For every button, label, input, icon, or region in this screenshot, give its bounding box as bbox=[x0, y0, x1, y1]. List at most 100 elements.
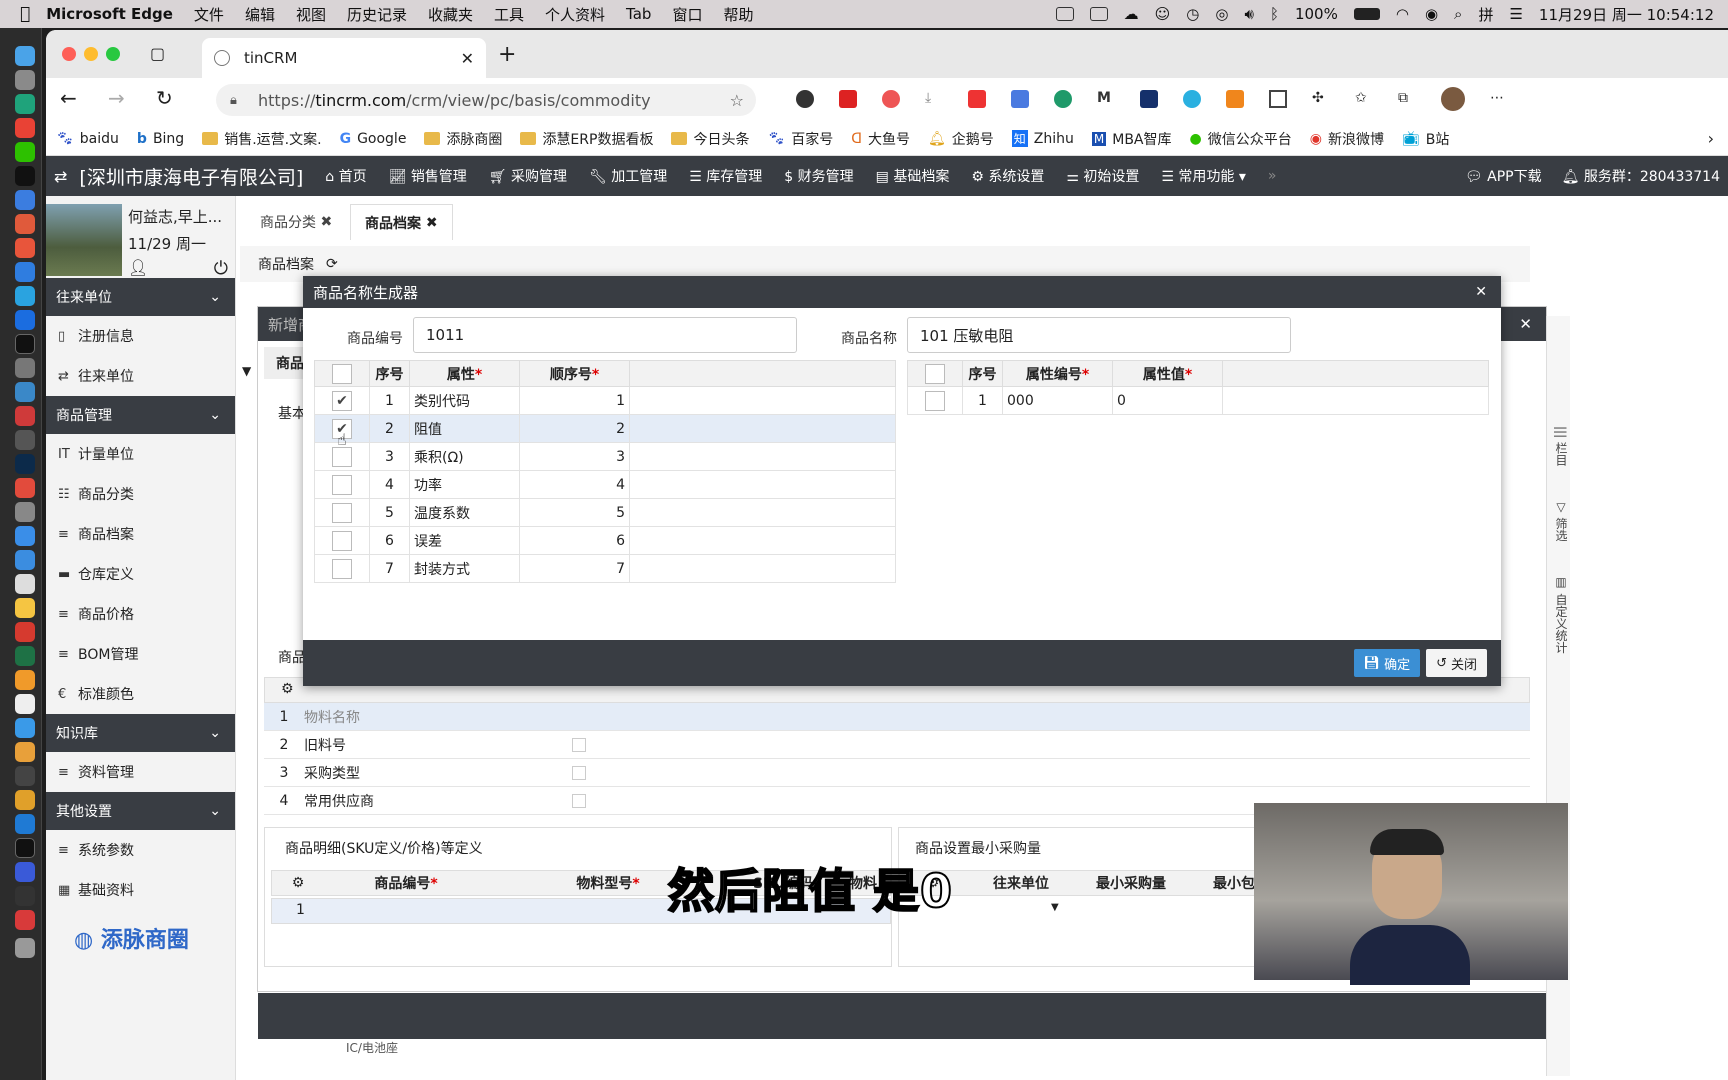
app-icon[interactable] bbox=[15, 358, 35, 378]
close-icon[interactable]: ✕ bbox=[1475, 284, 1487, 300]
maximize-window-button[interactable] bbox=[106, 47, 120, 61]
right-rail-custom-stats[interactable]: 自定义统计 bbox=[1554, 593, 1568, 653]
status-app-icon[interactable] bbox=[1089, 7, 1108, 21]
reload-icon[interactable]: ↻ bbox=[156, 86, 173, 110]
menu-favorites[interactable]: 收藏夹 bbox=[428, 4, 473, 25]
bookmark-item[interactable]: b Bing bbox=[137, 131, 184, 147]
capcut-icon[interactable] bbox=[15, 334, 35, 354]
forward-icon[interactable]: → bbox=[108, 86, 125, 110]
extensions-puzzle-icon[interactable]: ✣ bbox=[1312, 90, 1330, 108]
nav-home[interactable]: ⌂ 首页 bbox=[325, 166, 366, 186]
metamask-icon[interactable] bbox=[1226, 90, 1244, 108]
photos-icon[interactable] bbox=[15, 742, 35, 762]
app-icon[interactable] bbox=[15, 598, 35, 618]
sidebar-section-other[interactable]: 其他设置 ⌄ bbox=[46, 792, 235, 830]
app-icon[interactable] bbox=[15, 718, 35, 738]
download-icon[interactable]: ⤓ bbox=[925, 90, 943, 108]
sidebar-item-basic-data[interactable]: ▦ 基础资料 bbox=[46, 870, 235, 910]
tab-actions-icon[interactable]: ▢ bbox=[150, 44, 165, 63]
menu-view[interactable]: 视图 bbox=[296, 4, 326, 25]
refresh-icon[interactable]: ⟳ bbox=[326, 256, 338, 272]
confirm-button[interactable]: 💾︎ 确定 bbox=[1353, 649, 1421, 677]
menu-history[interactable]: 历史记录 bbox=[347, 4, 407, 25]
extension-icon[interactable] bbox=[1183, 90, 1201, 108]
bookmark-item[interactable]: M MBA智库 bbox=[1091, 129, 1172, 149]
bookmark-item[interactable]: 🐾︎ baidu bbox=[56, 131, 119, 147]
row-checkbox[interactable] bbox=[332, 530, 352, 551]
extension-icon[interactable] bbox=[839, 90, 857, 108]
row-attribute[interactable]: 阻值 bbox=[409, 414, 520, 443]
table-row[interactable]: 5 温度系数 5 bbox=[314, 498, 896, 527]
sidebar-item-warehouse[interactable]: ▬ 仓库定义 bbox=[46, 554, 235, 594]
extension-icon[interactable]: M bbox=[1097, 90, 1115, 108]
menu-file[interactable]: 文件 bbox=[194, 4, 224, 25]
wechat-icon[interactable] bbox=[15, 142, 35, 162]
minimize-window-button[interactable] bbox=[84, 47, 98, 61]
select-all-checkbox[interactable] bbox=[332, 363, 352, 384]
collapse-arrow-icon[interactable]: ▼ bbox=[242, 364, 251, 378]
translate-icon[interactable] bbox=[1011, 90, 1029, 108]
row-order[interactable]: 3 bbox=[519, 442, 630, 471]
telegram-icon[interactable] bbox=[15, 286, 35, 306]
app-icon[interactable] bbox=[15, 910, 35, 930]
bookmark-item[interactable]: G Google bbox=[340, 131, 407, 147]
settings-icon[interactable]: ⚙ bbox=[281, 681, 294, 697]
sidebar-item-registration[interactable]: ▯ 注册信息 bbox=[46, 316, 235, 356]
status-app-icon[interactable] bbox=[1055, 7, 1074, 21]
qr-code-icon[interactable] bbox=[1269, 90, 1287, 108]
app-icon[interactable] bbox=[15, 670, 35, 690]
favorite-star-icon[interactable]: ☆ bbox=[730, 91, 744, 110]
launchpad-icon[interactable] bbox=[15, 70, 35, 90]
power-icon[interactable]: ⏻ bbox=[214, 258, 228, 279]
row-attribute[interactable]: 乘积(Ω) bbox=[409, 442, 520, 471]
app-icon[interactable] bbox=[15, 526, 35, 546]
bar-chart-icon[interactable]: ▥ bbox=[1554, 575, 1568, 589]
bookmark-item[interactable]: 知 Zhihu bbox=[1011, 130, 1074, 147]
battery-icon[interactable] bbox=[1353, 8, 1380, 20]
bookmark-folder[interactable]: 添慧ERP数据看板 bbox=[520, 129, 653, 149]
app-icon[interactable] bbox=[15, 406, 35, 426]
row-attribute[interactable]: 封装方式 bbox=[409, 554, 520, 583]
menu-window[interactable]: 窗口 bbox=[672, 4, 702, 25]
row-select-cell[interactable] bbox=[907, 386, 963, 415]
nav-processing[interactable]: 🔧︎ 加工管理 bbox=[589, 166, 667, 186]
menu-edit[interactable]: 编辑 bbox=[245, 4, 275, 25]
sidebar-section-products[interactable]: 商品管理 ⌄ bbox=[46, 396, 235, 434]
nav-basic-records[interactable]: ▤ 基础档案 bbox=[876, 166, 950, 186]
select-all-cell[interactable] bbox=[314, 360, 370, 387]
app-icon[interactable] bbox=[15, 190, 35, 210]
app-icon[interactable] bbox=[15, 886, 35, 906]
columns-icon[interactable]: ||| bbox=[1554, 426, 1568, 438]
bluetooth-icon[interactable]: ᛒ bbox=[1270, 5, 1279, 23]
app-icon[interactable] bbox=[15, 574, 35, 594]
nav-purchase[interactable]: 🛒︎ 采购管理 bbox=[489, 166, 567, 186]
app-download-link[interactable]: 💬︎ APP下载 bbox=[1465, 166, 1542, 186]
bookmark-item[interactable]: 🔔︎ 企鹅号 bbox=[928, 129, 994, 149]
clock-icon[interactable]: ◷ bbox=[1186, 5, 1199, 23]
close-button[interactable]: ↺ 关闭 bbox=[1426, 649, 1487, 677]
airdrop-icon[interactable]: ◎ bbox=[1215, 5, 1228, 23]
row-attribute[interactable]: 误差 bbox=[409, 526, 520, 555]
new-tab-button[interactable]: + bbox=[498, 42, 516, 67]
app-icon[interactable] bbox=[15, 862, 35, 882]
row-attr-code[interactable]: 000 bbox=[1002, 386, 1113, 415]
menu-profile[interactable]: 个人资料 bbox=[545, 4, 605, 25]
service-group-link[interactable]: 🔔︎ 服务群：280433714 bbox=[1562, 166, 1720, 186]
back-icon[interactable]: ← bbox=[60, 86, 77, 110]
cloud-icon[interactable]: ☁ bbox=[1124, 5, 1139, 23]
close-icon[interactable]: ✖ bbox=[426, 215, 438, 231]
menubar-datetime[interactable]: 11月29日 周一 10:54:12 bbox=[1539, 4, 1714, 25]
sidebar-section-partners[interactable]: 往来单位 ⌄ bbox=[46, 278, 235, 316]
row-attr-value[interactable]: 0 bbox=[1112, 386, 1223, 415]
control-center-icon[interactable]: ☰ bbox=[1509, 5, 1522, 23]
row-attribute[interactable]: 功率 bbox=[409, 470, 520, 499]
browser-tab[interactable]: tinCRM ✕ bbox=[202, 38, 486, 78]
row-checkbox[interactable] bbox=[332, 446, 352, 467]
profile-avatar-icon[interactable] bbox=[1441, 87, 1465, 111]
close-icon[interactable]: ✖ bbox=[320, 214, 332, 230]
sidebar-item-units[interactable]: IT 计量单位 bbox=[46, 434, 235, 474]
sidebar-item-categories[interactable]: ☷ 商品分类 bbox=[46, 474, 235, 514]
close-tab-icon[interactable]: ✕ bbox=[461, 49, 474, 68]
nav-finance[interactable]: $ 财务管理 bbox=[784, 166, 853, 186]
app-icon[interactable] bbox=[15, 430, 35, 450]
